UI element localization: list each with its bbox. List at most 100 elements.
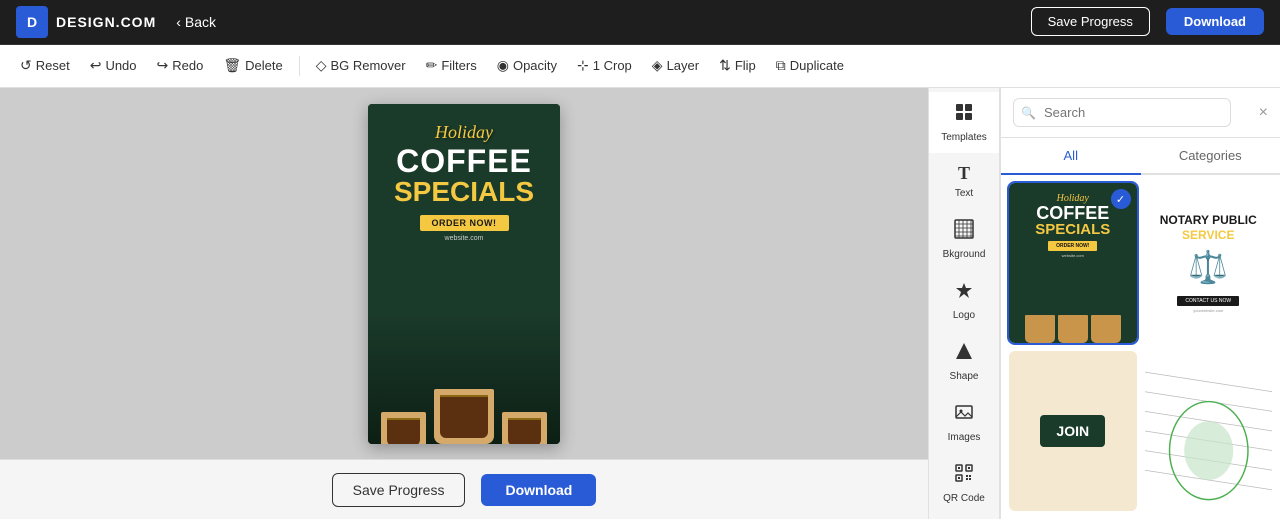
tpl-coffee-coffee: COFFEE	[1036, 204, 1109, 222]
toolbar-redo[interactable]: ↪ Redo	[149, 53, 212, 78]
card-holiday-text: Holiday	[435, 122, 493, 143]
sidebar-item-shape[interactable]: Shape	[929, 331, 999, 392]
template-card-notary[interactable]: NOTARY PUBLIC SERVICE ⚖️ CONTACT US NOW …	[1145, 183, 1273, 343]
layer-icon: ◈	[652, 57, 663, 74]
app-container: D DESIGN.COM ‹ Back Save Progress Downlo…	[0, 0, 1280, 519]
bg-remover-label: BG Remover	[330, 58, 405, 73]
canvas-card-inner: Holiday COFFEE SPECIALS ORDER NOW! websi…	[368, 104, 560, 444]
brand-name: DESIGN.COM	[56, 14, 156, 30]
bottom-actions: Save Progress Download	[0, 459, 928, 519]
logo-label: Logo	[953, 310, 975, 321]
bkground-label: Bkground	[943, 249, 986, 260]
redo-icon: ↪	[157, 57, 169, 74]
crop-icon: ⊹	[577, 57, 589, 74]
card-specials-text: SPECIALS	[394, 177, 534, 208]
save-progress-button[interactable]: Save Progress	[1031, 7, 1150, 36]
canvas-card: Holiday COFFEE SPECIALS ORDER NOW! websi…	[368, 104, 560, 444]
top-navbar: D DESIGN.COM ‹ Back Save Progress Downlo…	[0, 0, 1280, 45]
tab-categories[interactable]: Categories	[1141, 138, 1280, 173]
back-chevron-icon: ‹	[176, 14, 181, 30]
search-input[interactable]	[1013, 98, 1231, 127]
shape-icon	[954, 341, 974, 367]
tpl-coffee-specials: SPECIALS	[1035, 222, 1110, 237]
toolbar-separator	[299, 56, 300, 76]
mini-cup-3	[1091, 315, 1121, 343]
tpl-notary-website: yourwebsite.com	[1193, 308, 1223, 313]
card-coffee-text: COFFEE	[396, 145, 532, 177]
qr-code-icon	[954, 463, 974, 489]
sidebar-item-bkground[interactable]: Bkground	[929, 209, 999, 270]
sidebar-icons: Templates T Text	[928, 88, 1000, 519]
qr-code-label: QR Code	[943, 493, 985, 504]
card-cups	[368, 314, 560, 444]
filters-icon: ✏	[426, 57, 438, 74]
templates-label: Templates	[941, 132, 987, 143]
template-card-abstract[interactable]	[1145, 351, 1273, 511]
download-button-nav[interactable]: Download	[1166, 8, 1264, 35]
toolbar-undo[interactable]: ↩ Undo	[82, 53, 145, 78]
tpl-coffee-website: website.com	[1062, 253, 1084, 258]
template-card-coffee[interactable]: Holiday COFFEE SPECIALS ORDER NOW! websi…	[1009, 183, 1137, 343]
toolbar-flip[interactable]: ⇅ Flip	[711, 53, 764, 78]
filters-label: Filters	[441, 58, 476, 73]
sidebar-item-text[interactable]: T Text	[929, 153, 999, 209]
delete-icon: 🗑	[223, 57, 241, 74]
template-card-join[interactable]: JOIN	[1009, 351, 1137, 511]
save-progress-bottom-button[interactable]: Save Progress	[332, 473, 466, 507]
search-wrapper	[1013, 98, 1251, 127]
tpl-notary-title2: SERVICE	[1182, 228, 1234, 242]
toolbar-delete[interactable]: 🗑 Delete	[215, 53, 290, 78]
tpl-coffee-order: ORDER NOW!	[1048, 241, 1097, 251]
search-clear-icon[interactable]: ×	[1259, 105, 1268, 121]
crop-label: 1 Crop	[593, 58, 632, 73]
logo-sidebar-icon	[954, 280, 974, 306]
search-bar: ×	[1001, 88, 1280, 138]
images-label: Images	[948, 432, 981, 443]
template-selected-check: ✓	[1111, 189, 1131, 209]
duplicate-label: Duplicate	[790, 58, 844, 73]
opacity-label: Opacity	[513, 58, 557, 73]
toolbar-opacity[interactable]: ◉ Opacity	[489, 53, 565, 78]
redo-label: Redo	[172, 58, 203, 73]
toolbar-duplicate[interactable]: ⧉ Duplicate	[768, 53, 852, 78]
tpl-notary-cta: CONTACT US NOW	[1177, 296, 1239, 306]
toolbar-reset[interactable]: ↺ Reset	[12, 53, 78, 78]
opacity-icon: ◉	[497, 57, 509, 74]
text-label: Text	[955, 188, 973, 199]
canvas-area: Holiday COFFEE SPECIALS ORDER NOW! websi…	[0, 88, 928, 519]
toolbar-crop[interactable]: ⊹ 1 Crop	[569, 53, 640, 78]
tpl-coffee-cups	[1025, 315, 1121, 343]
sidebar-item-logo[interactable]: Logo	[929, 270, 999, 331]
tab-all[interactable]: All	[1001, 138, 1141, 175]
sidebar-item-templates[interactable]: Templates	[929, 92, 999, 153]
sidebar-item-qr-code[interactable]: QR Code	[929, 453, 999, 514]
cup-center	[434, 389, 494, 444]
flip-icon: ⇅	[719, 57, 731, 74]
images-icon	[954, 402, 974, 428]
cup-right	[502, 412, 547, 444]
toolbar: ↺ Reset ↩ Undo ↪ Redo 🗑 Delete ◇ BG Remo…	[0, 45, 1280, 88]
templates-grid: Holiday COFFEE SPECIALS ORDER NOW! websi…	[1001, 175, 1280, 519]
tpl-join-badge: JOIN	[1040, 415, 1105, 447]
sidebar-item-images[interactable]: Images	[929, 392, 999, 453]
logo-icon: D	[16, 6, 48, 38]
tpl-notary-inner: NOTARY PUBLIC SERVICE ⚖️ CONTACT US NOW …	[1145, 183, 1273, 343]
back-button[interactable]: ‹ Back	[176, 14, 216, 30]
logo-area: D DESIGN.COM	[16, 6, 156, 38]
toolbar-filters[interactable]: ✏ Filters	[418, 53, 485, 78]
layer-label: Layer	[667, 58, 700, 73]
delete-label: Delete	[245, 58, 283, 73]
flip-label: Flip	[735, 58, 756, 73]
text-icon: T	[958, 163, 970, 184]
reset-label: Reset	[36, 58, 70, 73]
tabs-row: All Categories	[1001, 138, 1280, 175]
toolbar-bg-remover[interactable]: ◇ BG Remover	[308, 53, 414, 78]
bg-remover-icon: ◇	[316, 57, 327, 74]
shape-label: Shape	[950, 371, 979, 382]
content-row: Holiday COFFEE SPECIALS ORDER NOW! websi…	[0, 88, 1280, 519]
mini-cup-1	[1025, 315, 1055, 343]
download-bottom-button[interactable]: Download	[481, 474, 596, 506]
toolbar-layer[interactable]: ◈ Layer	[644, 53, 707, 78]
abstract-svg	[1145, 351, 1273, 511]
card-order-text: ORDER NOW!	[420, 215, 509, 231]
